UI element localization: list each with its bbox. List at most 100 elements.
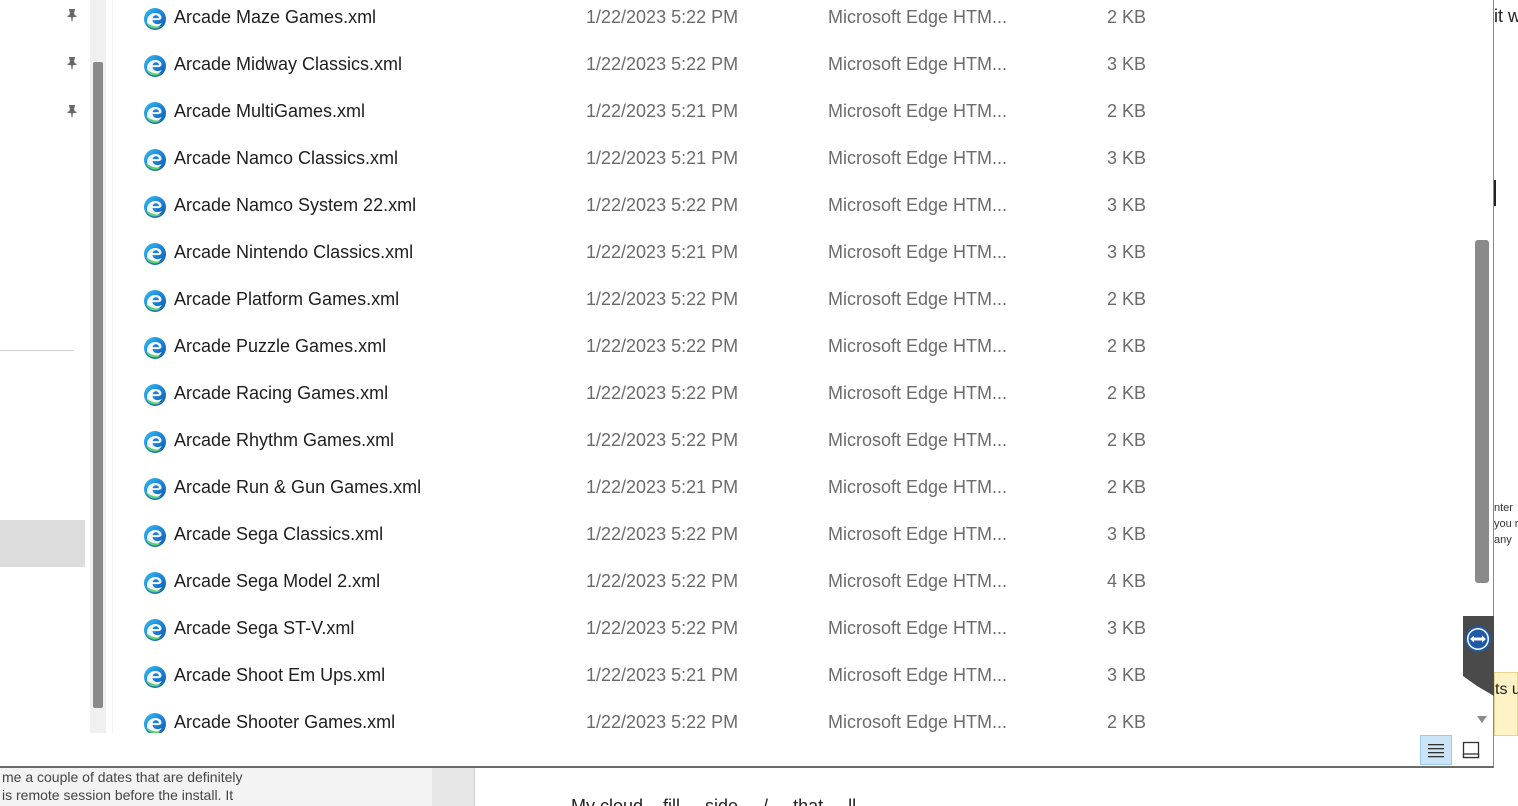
file-name[interactable]: Arcade Namco Classics.xml [174,148,398,169]
file-name[interactable]: Arcade Nintendo Classics.xml [174,242,413,263]
file-row[interactable]: Arcade Sega Model 2.xml 1/22/2023 5:22 PM… [114,564,1466,611]
file-row[interactable]: Arcade Puzzle Games.xml 1/22/2023 5:22 PM… [114,329,1466,376]
pin-icon[interactable] [64,56,80,72]
file-name[interactable]: Arcade Midway Classics.xml [174,54,402,75]
background-document: My cloud... fill ... side ... / ... that… [474,768,1518,806]
file-size: 3 KB [1106,195,1146,215]
file-row[interactable]: Arcade MultiGames.xml 1/22/2023 5:21 PM Mi… [114,94,1466,141]
microsoft-edge-icon [143,336,167,360]
nav-scrollbar-thumb[interactable] [93,62,103,708]
file-name[interactable]: Arcade Rhythm Games.xml [174,430,394,451]
microsoft-edge-icon [143,665,167,689]
sticky-note-text: ts u [1495,681,1518,698]
file-type: Microsoft Edge HTM... [828,289,1008,309]
microsoft-edge-icon [143,430,167,454]
teamviewer-tab[interactable] [1457,616,1494,696]
details-view-button[interactable] [1420,735,1452,765]
navigation-pane [0,0,86,733]
file-list-scrollbar-thumb[interactable] [1475,240,1489,583]
file-size: 3 KB [1106,54,1146,74]
file-row[interactable]: Arcade Rhythm Games.xml 1/22/2023 5:22 PM… [114,423,1466,470]
file-row[interactable]: Arcade Platform Games.xml 1/22/2023 5:22 … [114,282,1466,329]
microsoft-edge-icon [143,7,167,31]
file-date-modified: 1/22/2023 5:22 PM [586,430,739,450]
file-name[interactable]: Arcade Sega Classics.xml [174,524,383,545]
file-date-modified: 1/22/2023 5:21 PM [586,101,739,121]
file-row[interactable]: Arcade Racing Games.xml 1/22/2023 5:22 PM… [114,376,1466,423]
file-type: Microsoft Edge HTM... [828,430,1008,450]
background-right-strip: it w nter you r any ts u [1494,0,1518,768]
file-type: Microsoft Edge HTM... [828,383,1008,403]
microsoft-edge-icon [143,618,167,642]
nav-divider [0,350,74,351]
file-row[interactable]: Arcade Shoot Em Ups.xml 1/22/2023 5:21 PM… [114,658,1466,705]
file-row[interactable]: Arcade Namco Classics.xml 1/22/2023 5:21 … [114,141,1466,188]
file-name[interactable]: Arcade Sega ST-V.xml [174,618,354,639]
scroll-down-arrow-icon[interactable] [1474,712,1490,728]
microsoft-edge-icon [143,289,167,313]
file-date-modified: 1/22/2023 5:22 PM [586,289,739,309]
status-bar [0,733,1493,766]
pin-icon[interactable] [64,104,80,120]
file-type: Microsoft Edge HTM... [828,54,1008,74]
microsoft-edge-icon [143,242,167,266]
file-date-modified: 1/22/2023 5:22 PM [586,571,739,591]
file-name[interactable]: Arcade Platform Games.xml [174,289,399,310]
file-name[interactable]: Arcade Sega Model 2.xml [174,571,380,592]
file-date-modified: 1/22/2023 5:22 PM [586,618,739,638]
file-type: Microsoft Edge HTM... [828,571,1008,591]
file-date-modified: 1/22/2023 5:22 PM [586,195,739,215]
file-date-modified: 1/22/2023 5:21 PM [586,148,739,168]
file-type: Microsoft Edge HTM... [828,195,1008,215]
file-name[interactable]: Arcade MultiGames.xml [174,101,365,122]
background-document-text: My cloud... fill ... side ... / ... that… [571,796,877,806]
file-name[interactable]: Arcade Racing Games.xml [174,383,388,404]
background-text-left: me a couple of dates that are definitely… [0,768,432,806]
file-type: Microsoft Edge HTM... [828,148,1008,168]
pin-icon[interactable] [64,8,80,24]
file-type: Microsoft Edge HTM... [828,7,1008,27]
file-row[interactable]: Arcade Nintendo Classics.xml 1/22/2023 5:… [114,235,1466,282]
file-name[interactable]: Arcade Run & Gun Games.xml [174,477,421,498]
file-size: 2 KB [1106,477,1146,497]
background-gap [432,768,474,806]
file-name[interactable]: Arcade Puzzle Games.xml [174,336,386,357]
file-type: Microsoft Edge HTM... [828,524,1008,544]
file-name[interactable]: Arcade Maze Games.xml [174,7,376,28]
file-row[interactable]: Arcade Sega ST-V.xml 1/22/2023 5:22 PM Mic… [114,611,1466,658]
file-size: 2 KB [1106,383,1146,403]
sticky-note[interactable]: ts u [1494,672,1518,736]
nav-selected-item[interactable] [0,520,85,567]
file-type: Microsoft Edge HTM... [828,618,1008,638]
microsoft-edge-icon [143,571,167,595]
file-size: 2 KB [1106,7,1146,27]
file-row[interactable]: Arcade Namco System 22.xml 1/22/2023 5:22… [114,188,1466,235]
file-size: 2 KB [1106,712,1146,732]
file-row[interactable]: Arcade Run & Gun Games.xml 1/22/2023 5:21… [114,470,1466,517]
microsoft-edge-icon [143,54,167,78]
microsoft-edge-icon [143,101,167,125]
file-size: 3 KB [1106,148,1146,168]
background-small-line: you r [1494,518,1518,530]
background-line: me a couple of dates that are definitely [2,769,243,785]
file-size: 2 KB [1106,289,1146,309]
file-date-modified: 1/22/2023 5:22 PM [586,712,739,732]
pane-separator[interactable] [112,0,113,733]
file-size: 3 KB [1106,524,1146,544]
file-row[interactable]: Arcade Sega Classics.xml 1/22/2023 5:22 P… [114,517,1466,564]
large-icons-view-button[interactable] [1458,735,1484,765]
file-row[interactable]: Arcade Midway Classics.xml 1/22/2023 5:22… [114,47,1466,94]
file-name[interactable]: Arcade Shooter Games.xml [174,712,395,733]
file-type: Microsoft Edge HTM... [828,101,1008,121]
microsoft-edge-icon [143,195,167,219]
file-date-modified: 1/22/2023 5:22 PM [586,7,739,27]
file-type: Microsoft Edge HTM... [828,477,1008,497]
file-date-modified: 1/22/2023 5:21 PM [586,242,739,262]
background-line: is remote session before the install. It [2,787,234,803]
file-type: Microsoft Edge HTM... [828,665,1008,685]
file-date-modified: 1/22/2023 5:21 PM [586,665,739,685]
file-name[interactable]: Arcade Shoot Em Ups.xml [174,665,385,686]
file-date-modified: 1/22/2023 5:22 PM [586,524,739,544]
file-row[interactable]: Arcade Maze Games.xml 1/22/2023 5:22 PM Mi… [114,0,1466,47]
file-name[interactable]: Arcade Namco System 22.xml [174,195,416,216]
